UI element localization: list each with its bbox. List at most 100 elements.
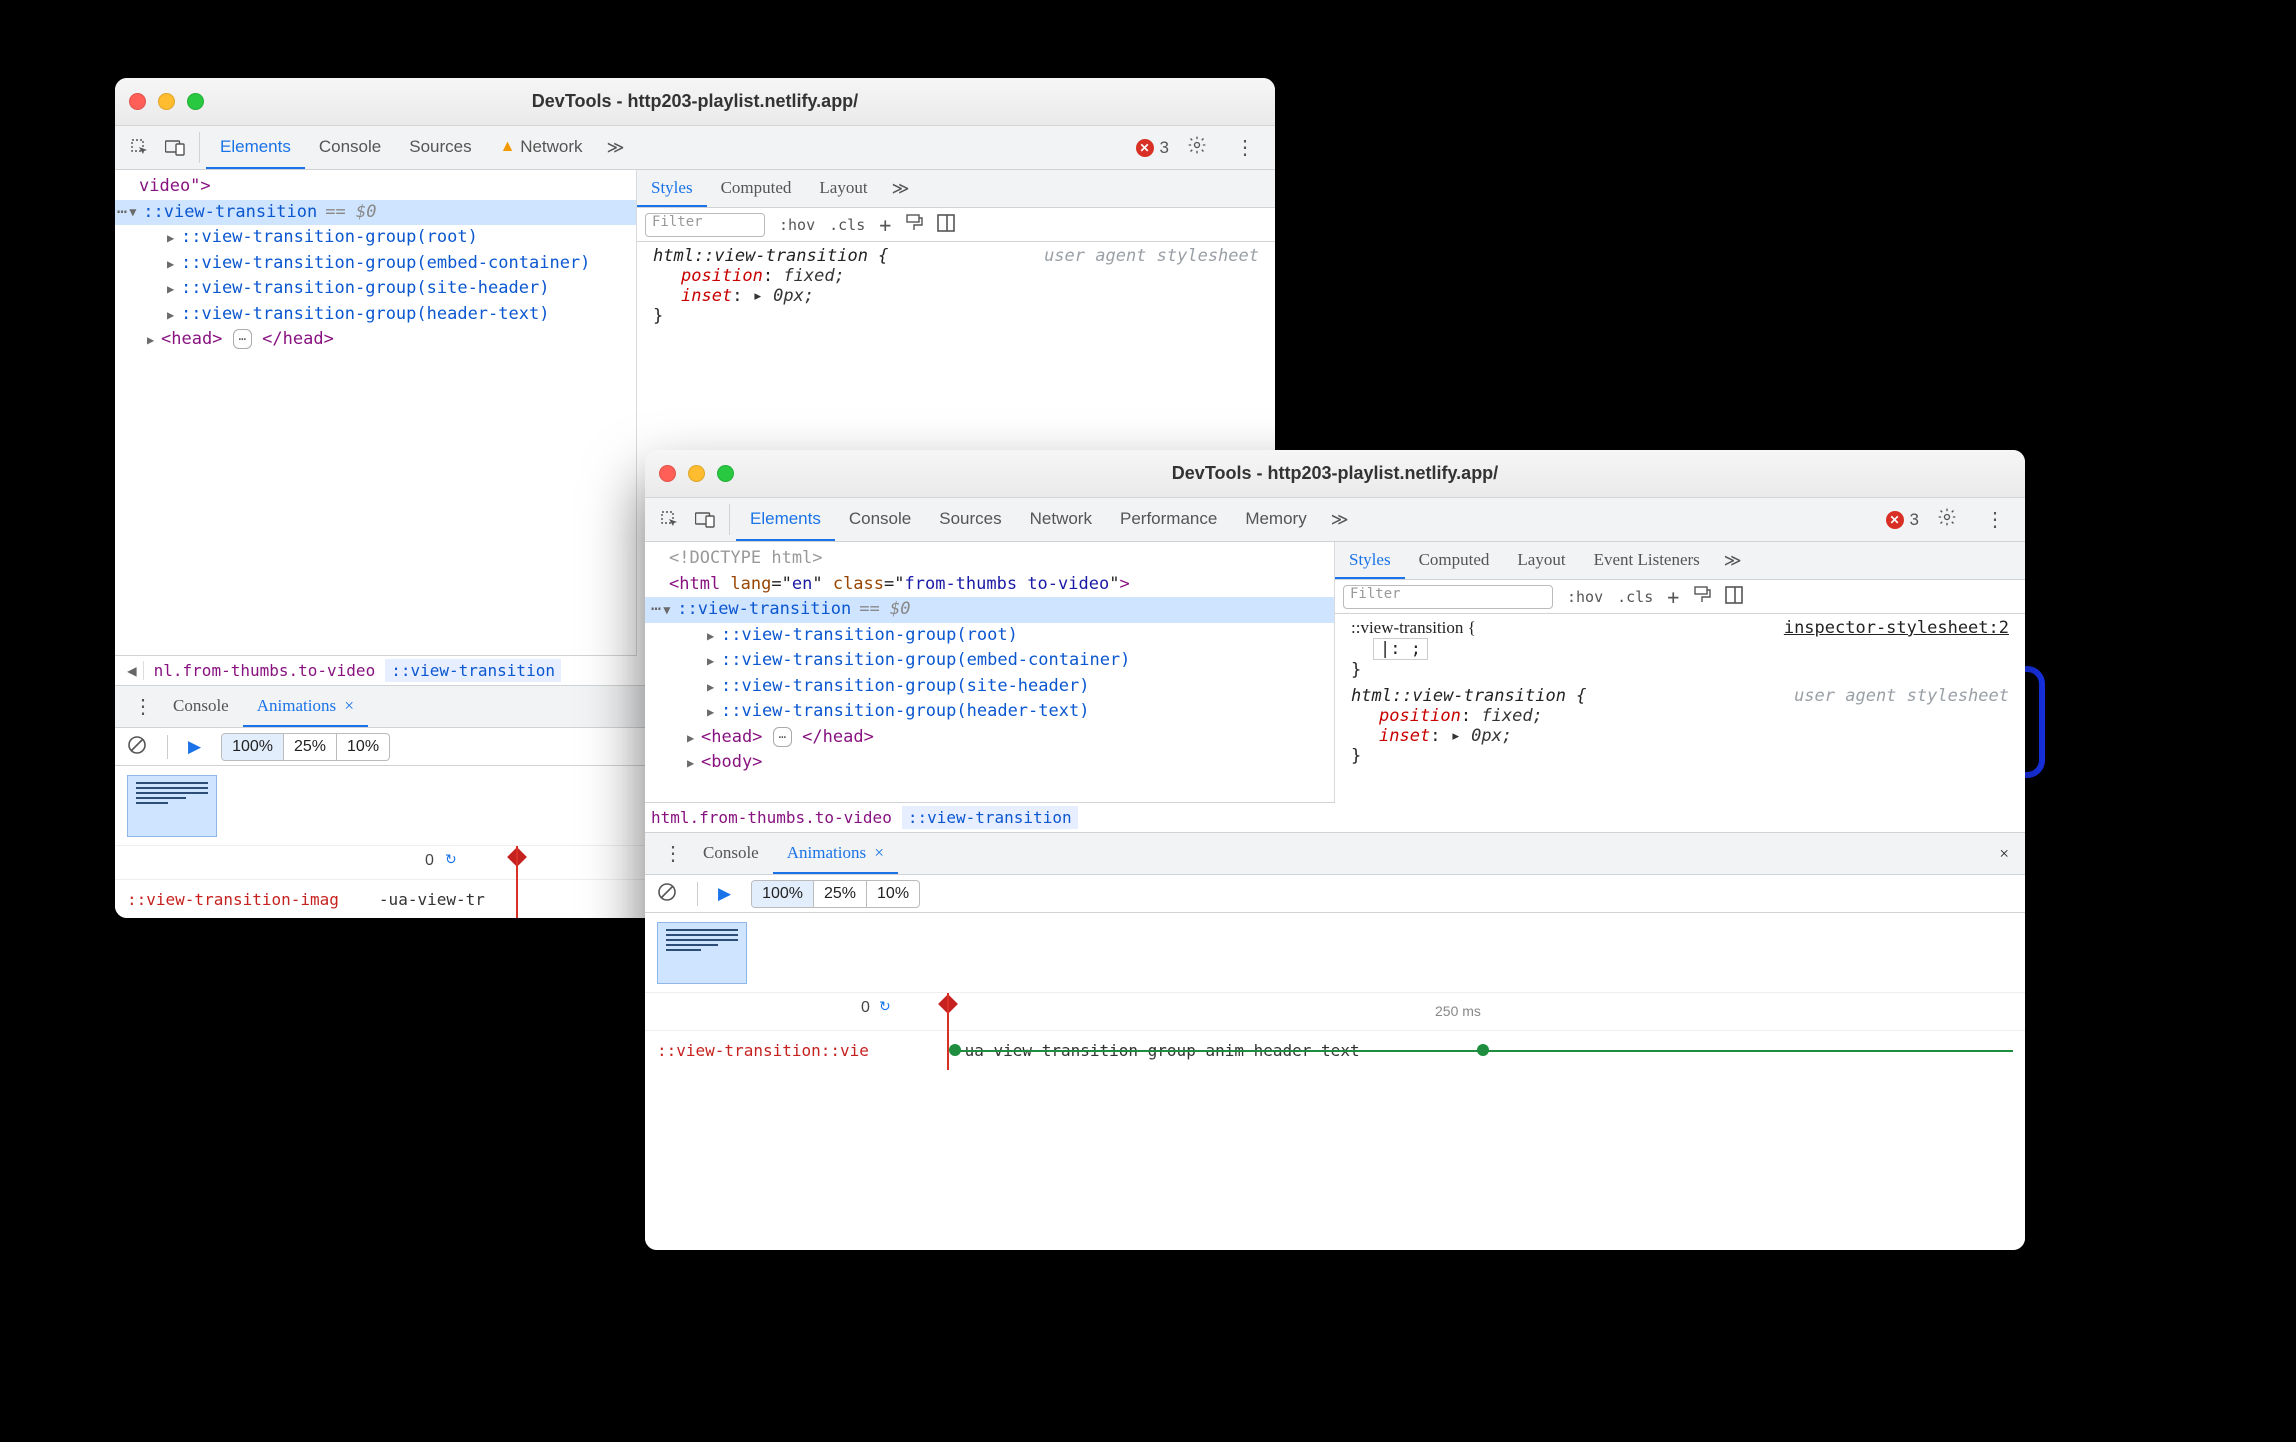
styles-more-tabs[interactable]: ≫ bbox=[1714, 542, 1752, 579]
tab-sources[interactable]: Sources bbox=[395, 126, 485, 169]
toggle-classes[interactable]: .cls bbox=[829, 216, 865, 234]
speed-buttons: 100% 25% 10% bbox=[751, 880, 920, 908]
styles-tab-layout[interactable]: Layout bbox=[805, 170, 881, 207]
tab-memory[interactable]: Memory bbox=[1231, 498, 1320, 541]
breadcrumb-item[interactable]: nl.from-thumbs.to-video bbox=[154, 661, 376, 680]
toggle-hover[interactable]: :hov bbox=[1567, 588, 1603, 606]
tab-console[interactable]: Console bbox=[305, 126, 395, 169]
styles-tab-computed[interactable]: Computed bbox=[707, 170, 806, 207]
stylesheet-link[interactable]: inspector-stylesheet:2 bbox=[1784, 618, 2009, 638]
tab-performance[interactable]: Performance bbox=[1106, 498, 1231, 541]
breadcrumb[interactable]: ◀ nl.from-thumbs.to-video ::view-transit… bbox=[115, 655, 637, 685]
breadcrumb-item-active[interactable]: ::view-transition bbox=[385, 659, 561, 682]
maximize-button[interactable] bbox=[187, 93, 204, 110]
toggle-classes[interactable]: .cls bbox=[1617, 588, 1653, 606]
minimize-button[interactable] bbox=[158, 93, 175, 110]
window-title: DevTools - http203-playlist.netlify.app/ bbox=[645, 463, 2025, 484]
styles-tab-styles[interactable]: Styles bbox=[637, 170, 707, 207]
drawer-tab-console[interactable]: Console bbox=[159, 686, 243, 727]
titlebar: DevTools - http203-playlist.netlify.app/ bbox=[645, 450, 2025, 498]
close-icon[interactable]: × bbox=[340, 696, 354, 716]
settings-icon[interactable] bbox=[1937, 507, 1957, 532]
close-icon[interactable]: × bbox=[870, 843, 884, 863]
breadcrumb[interactable]: html.from-thumbs.to-video ::view-transit… bbox=[645, 802, 1335, 832]
speed-25[interactable]: 25% bbox=[813, 881, 866, 907]
titlebar: DevTools - http203-playlist.netlify.app/ bbox=[115, 78, 1275, 126]
styles-rules[interactable]: html::view-transition {user agent styles… bbox=[637, 242, 1275, 330]
tab-network[interactable]: ▲ Network bbox=[486, 126, 597, 169]
breadcrumb-scroll-left[interactable]: ◀ bbox=[121, 661, 144, 680]
styles-more-tabs[interactable]: ≫ bbox=[882, 170, 920, 207]
tab-console[interactable]: Console bbox=[835, 498, 925, 541]
tab-elements[interactable]: Elements bbox=[736, 498, 835, 541]
dom-tree[interactable]: <!DOCTYPE html> <html lang="en" class="f… bbox=[645, 542, 1335, 802]
styles-tab-styles[interactable]: Styles bbox=[1335, 542, 1405, 579]
device-toggle-icon[interactable] bbox=[687, 498, 723, 541]
tab-elements[interactable]: Elements bbox=[206, 126, 305, 169]
settings-icon[interactable] bbox=[1187, 135, 1207, 160]
replay-icon[interactable]: ↻ bbox=[445, 851, 457, 868]
error-count[interactable]: ✕3 bbox=[1136, 138, 1169, 158]
styles-rules[interactable]: ::view-transition {inspector-stylesheet:… bbox=[1335, 614, 2025, 770]
inspect-icon[interactable] bbox=[123, 126, 157, 169]
speed-25[interactable]: 25% bbox=[283, 734, 336, 760]
kebab-menu-icon[interactable]: ⋮ bbox=[1975, 507, 2011, 532]
styles-tab-event-listeners[interactable]: Event Listeners bbox=[1580, 542, 1714, 579]
styles-tab-computed[interactable]: Computed bbox=[1405, 542, 1504, 579]
error-count[interactable]: ✕3 bbox=[1886, 510, 1919, 530]
speed-100[interactable]: 100% bbox=[752, 881, 813, 907]
drawer-tab-animations[interactable]: Animations × bbox=[243, 686, 368, 727]
toggle-hover[interactable]: :hov bbox=[779, 216, 815, 234]
maximize-button[interactable] bbox=[717, 465, 734, 482]
speed-10[interactable]: 10% bbox=[866, 881, 919, 907]
main-toolbar: Elements Console Sources Network Perform… bbox=[645, 498, 2025, 542]
play-icon[interactable]: ▶ bbox=[188, 737, 201, 757]
new-rule-icon[interactable]: + bbox=[1667, 585, 1679, 609]
device-toggle-icon[interactable] bbox=[157, 126, 193, 169]
drawer-tab-console[interactable]: Console bbox=[689, 833, 773, 874]
devtools-window-2: DevTools - http203-playlist.netlify.app/… bbox=[645, 450, 2025, 1250]
selected-node[interactable]: ⋯▼::view-transition== $0 bbox=[115, 200, 636, 226]
paint-icon[interactable] bbox=[905, 214, 923, 236]
kebab-menu-icon[interactable]: ⋮ bbox=[1225, 135, 1261, 160]
clear-icon[interactable] bbox=[657, 882, 677, 905]
breadcrumb-item[interactable]: html.from-thumbs.to-video bbox=[651, 808, 892, 827]
close-button[interactable] bbox=[659, 465, 676, 482]
replay-icon[interactable]: ↻ bbox=[879, 998, 891, 1015]
animation-preview[interactable] bbox=[127, 775, 217, 837]
minimize-button[interactable] bbox=[688, 465, 705, 482]
warning-icon: ▲ bbox=[500, 138, 516, 156]
styles-tab-layout[interactable]: Layout bbox=[1503, 542, 1579, 579]
filter-input[interactable]: Filter bbox=[645, 213, 765, 237]
speed-100[interactable]: 100% bbox=[222, 734, 283, 760]
clear-icon[interactable] bbox=[127, 735, 147, 758]
more-tabs-chevron[interactable]: ≫ bbox=[1321, 498, 1359, 541]
drawer-menu[interactable]: ⋮ bbox=[123, 686, 159, 727]
dom-tree[interactable]: video"> ⋯▼::view-transition== $0 ▶::view… bbox=[115, 170, 637, 655]
speed-10[interactable]: 10% bbox=[336, 734, 389, 760]
breadcrumb-item-active[interactable]: ::view-transition bbox=[902, 806, 1078, 829]
main-toolbar: Elements Console Sources ▲ Network ≫ ✕3 … bbox=[115, 126, 1275, 170]
selected-node[interactable]: ⋯▼::view-transition== $0 bbox=[645, 597, 1334, 623]
close-button[interactable] bbox=[129, 93, 146, 110]
drawer-menu[interactable]: ⋮ bbox=[653, 833, 689, 874]
more-tabs-chevron[interactable]: ≫ bbox=[597, 126, 635, 169]
window-title: DevTools - http203-playlist.netlify.app/ bbox=[115, 91, 1275, 112]
play-icon[interactable]: ▶ bbox=[718, 884, 731, 904]
animation-preview[interactable] bbox=[657, 922, 747, 984]
inspect-icon[interactable] bbox=[653, 498, 687, 541]
drawer: ⋮ Console Animations × × ▶ 100% 25% 10% … bbox=[645, 832, 2025, 1250]
paint-icon[interactable] bbox=[1693, 586, 1711, 608]
computed-panel-icon[interactable] bbox=[937, 214, 955, 236]
animation-row[interactable]: ::view-transition::vie -ua-view-transiti… bbox=[645, 1031, 2025, 1069]
drawer-tab-animations[interactable]: Animations × bbox=[773, 833, 898, 874]
tab-network[interactable]: Network bbox=[1016, 498, 1106, 541]
speed-buttons: 100% 25% 10% bbox=[221, 733, 390, 761]
timeline-ruler[interactable]: 0 ↻ 250 ms bbox=[645, 993, 2025, 1031]
drawer-close-icon[interactable]: × bbox=[1983, 833, 2025, 874]
filter-input[interactable]: Filter bbox=[1343, 585, 1553, 609]
computed-panel-icon[interactable] bbox=[1725, 586, 1743, 608]
tab-sources[interactable]: Sources bbox=[925, 498, 1015, 541]
new-rule-icon[interactable]: + bbox=[879, 213, 891, 237]
property-editor[interactable]: |: ; bbox=[1373, 638, 1428, 660]
